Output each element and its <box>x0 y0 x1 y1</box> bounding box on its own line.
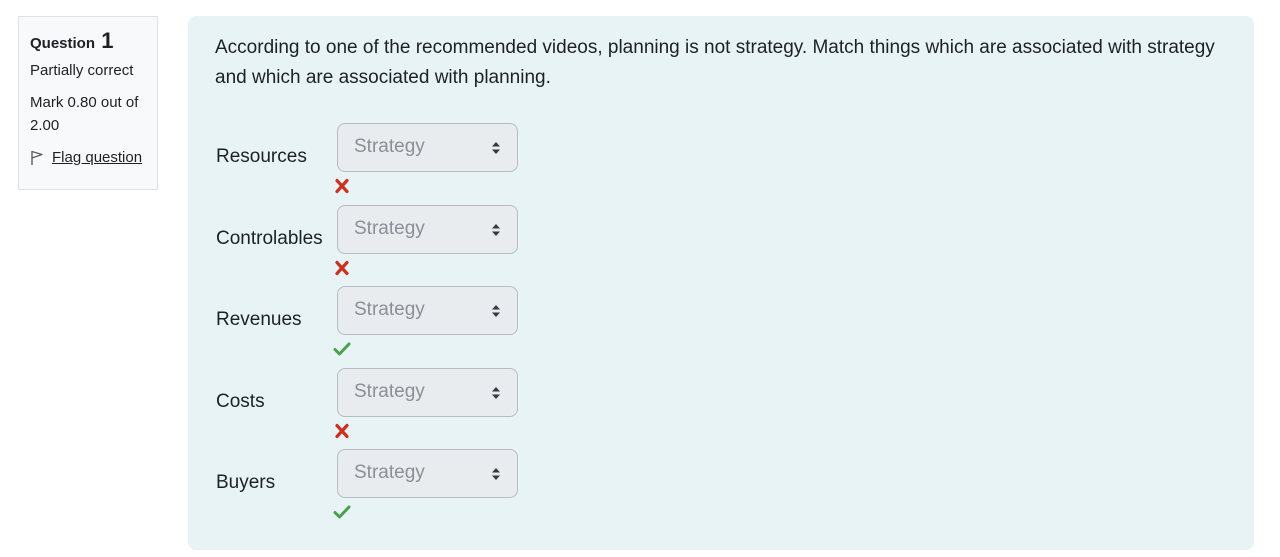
flag-question-link-container[interactable]: Flag question <box>30 149 157 166</box>
match-select[interactable]: Strategy <box>337 367 518 417</box>
flag-icon[interactable] <box>30 150 44 166</box>
match-select[interactable]: Strategy <box>337 449 518 498</box>
match-select-value: Strategy <box>354 380 425 402</box>
sort-arrows-icon <box>492 142 500 154</box>
match-select-value: Strategy <box>354 136 425 157</box>
match-label: Costs <box>216 390 265 412</box>
correct-check-icon <box>333 342 351 356</box>
match-select-value: Strategy <box>354 299 425 320</box>
correct-check-icon <box>333 505 351 519</box>
question-state: Partially correct <box>30 62 134 79</box>
question-text: According to one of the recommended vide… <box>215 37 1215 88</box>
question-number: 1 <box>101 28 114 53</box>
sort-arrows-icon <box>492 468 500 480</box>
question-label: Question <box>30 35 96 52</box>
match-label: Buyers <box>216 472 276 493</box>
match-select[interactable]: Strategy <box>337 204 518 254</box>
match-label: Revenues <box>216 309 302 330</box>
incorrect-cross-icon <box>335 178 349 194</box>
match-select[interactable]: Strategy <box>337 123 518 172</box>
sort-arrows-icon <box>492 386 500 399</box>
match-select-value: Strategy <box>354 217 425 239</box>
match-label: Controlables <box>216 227 323 249</box>
match-label: Resources <box>216 146 307 167</box>
incorrect-cross-icon <box>335 423 349 438</box>
question-info-panel: Question 1 Partially correct Mark 0.80 o… <box>18 16 158 190</box>
sort-arrows-icon <box>492 223 500 236</box>
match-select[interactable]: Strategy <box>337 286 518 335</box>
flag-question-link[interactable]: Flag question <box>52 149 142 166</box>
question-number-heading: Question 1 <box>30 28 157 54</box>
match-select-value: Strategy <box>354 462 425 483</box>
sort-arrows-icon <box>492 305 500 317</box>
question-grade: Mark 0.80 out of 2.00 <box>30 94 139 134</box>
incorrect-cross-icon <box>335 260 349 275</box>
